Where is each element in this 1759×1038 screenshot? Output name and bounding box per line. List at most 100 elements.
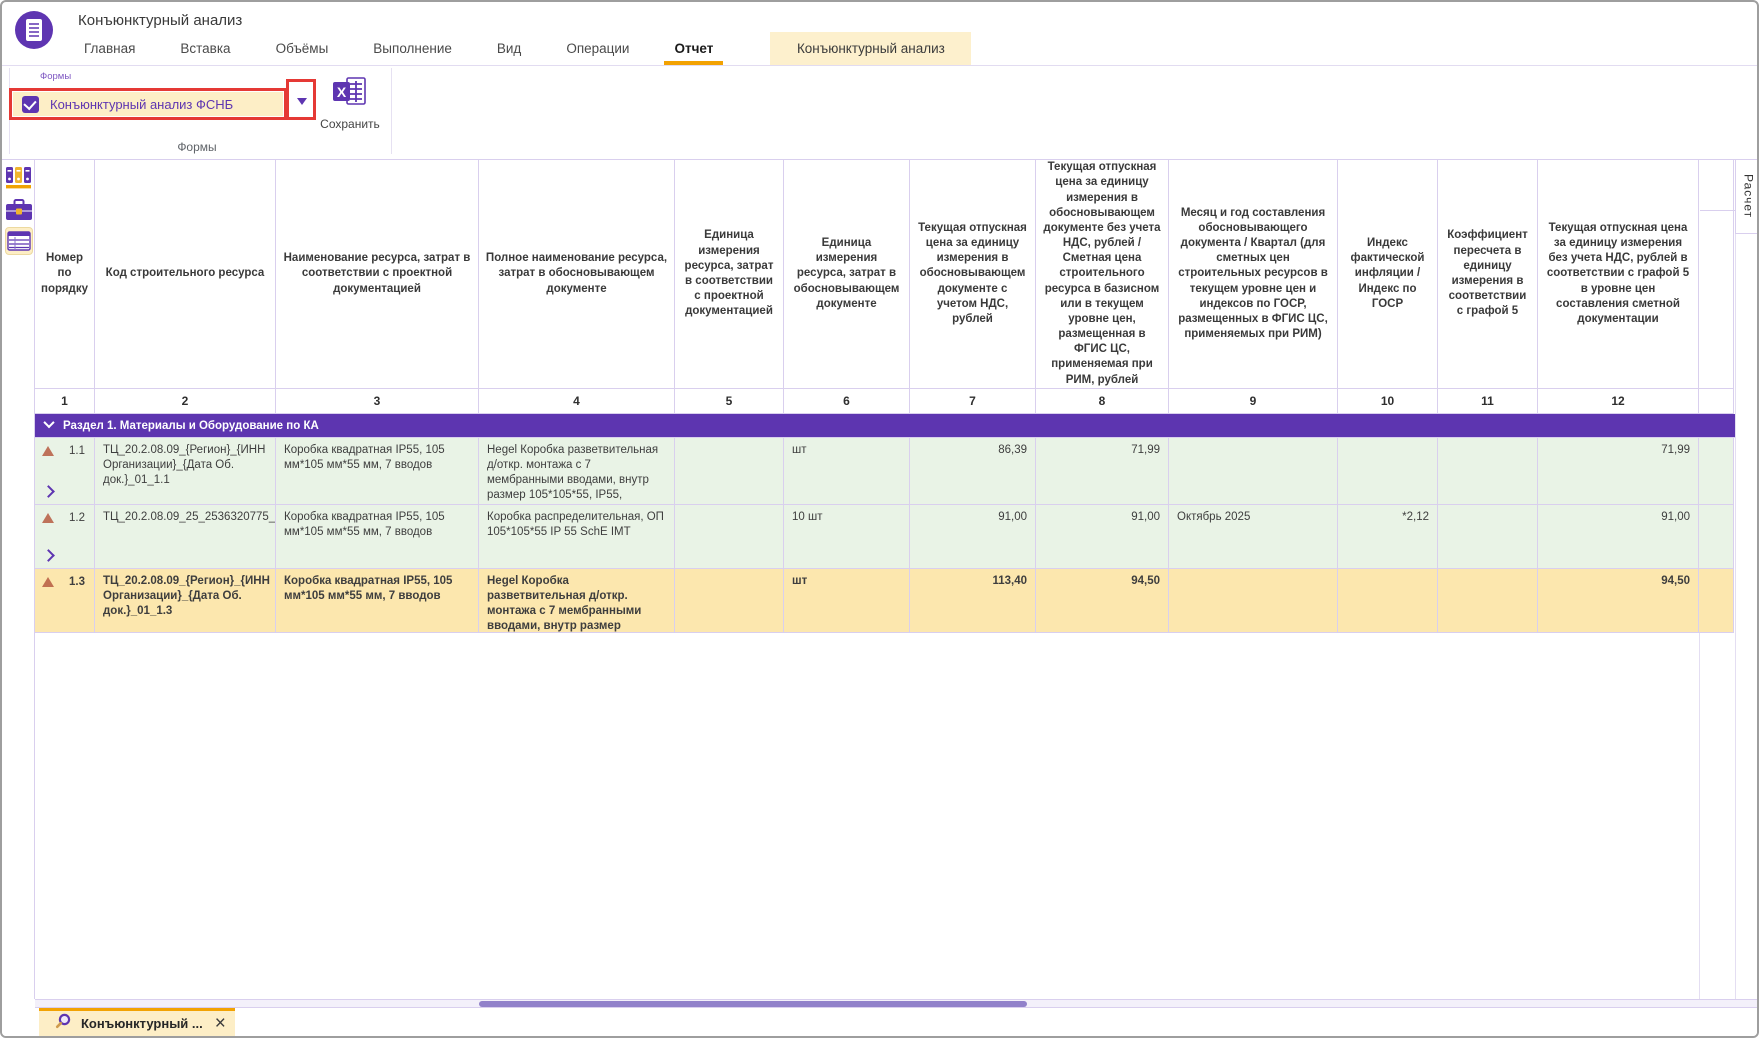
- table-cell[interactable]: Октябрь 2025: [1169, 505, 1338, 569]
- forms-group-label: Формы: [2, 140, 392, 154]
- column-header-11: Коэффициент пересчета в единицу измерени…: [1438, 160, 1538, 389]
- menu-item-0[interactable]: Главная: [84, 32, 135, 65]
- table-cell-extra[interactable]: [1699, 569, 1734, 633]
- horizontal-scrollbar[interactable]: [35, 999, 1759, 1008]
- table-cell[interactable]: шт: [784, 569, 910, 633]
- document-tab[interactable]: Конъюнктурный ... ×: [39, 1008, 235, 1036]
- menu-item-4[interactable]: Вид: [497, 32, 521, 65]
- forms-select-value[interactable]: Конъюнктурный анализ ФСНБ: [13, 92, 283, 116]
- excel-icon: X: [331, 76, 369, 113]
- column-number-10: 10: [1338, 389, 1438, 414]
- expand-chevron-icon[interactable]: [42, 549, 55, 562]
- chevron-down-icon: [297, 98, 307, 105]
- table-cell[interactable]: *2,12: [1338, 505, 1438, 569]
- app-logo-icon: [14, 10, 54, 50]
- warning-icon: [42, 577, 54, 587]
- forms-dropdown-button[interactable]: [290, 84, 314, 118]
- table-cell[interactable]: ТЦ_20.2.08.09_{Регион}_{ИНН Организации}…: [95, 569, 276, 633]
- table-cell[interactable]: 86,39: [910, 438, 1036, 505]
- table-icon[interactable]: [5, 227, 33, 255]
- table-cell[interactable]: 71,99: [1538, 438, 1699, 505]
- forms-checkbox-label[interactable]: Конъюнктурный анализ ФСНБ: [50, 97, 233, 112]
- table-cell[interactable]: ТЦ_20.2.08.09_25_2536320775_22.10.2025_0…: [95, 505, 276, 569]
- column-header-12: Текущая отпускная цена за единицу измере…: [1538, 160, 1699, 389]
- save-excel-button[interactable]: X Сохранить: [320, 76, 380, 138]
- table-cell[interactable]: Коробка распределительная, ОП 105*105*55…: [479, 505, 675, 569]
- section-label: Раздел 1. Материалы и Оборудование по КА: [63, 420, 319, 432]
- column-number-extra: [1699, 389, 1734, 414]
- column-number-3: 3: [276, 389, 479, 414]
- binders-icon[interactable]: [5, 164, 33, 192]
- forms-field-label: Формы: [40, 71, 71, 82]
- table-cell[interactable]: Коробка квадратная IP55, 105 мм*105 мм*5…: [276, 569, 479, 633]
- table-cell[interactable]: 10 шт: [784, 505, 910, 569]
- table-cell[interactable]: [675, 505, 784, 569]
- table-cell[interactable]: Hegel Коробка разветвительная д/откр. мо…: [479, 569, 675, 633]
- table-cell[interactable]: ТЦ_20.2.08.09_{Регион}_{ИНН Организации}…: [95, 438, 276, 505]
- table-cell[interactable]: Hegel Коробка разветвительная д/откр. мо…: [479, 438, 675, 505]
- column-number-8: 8: [1036, 389, 1169, 414]
- calculation-tab-label: Расчет: [1742, 174, 1756, 218]
- table-cell-extra[interactable]: [1699, 438, 1734, 505]
- report-table: Номер по порядкуКод строительного ресурс…: [35, 160, 1735, 633]
- row-number-cell-1.3[interactable]: 1.3: [35, 569, 95, 633]
- column-number-5: 5: [675, 389, 784, 414]
- column-header-2: Код строительного ресурса: [95, 160, 276, 389]
- menu-item-2[interactable]: Объёмы: [276, 32, 329, 65]
- menu-item-5[interactable]: Операции: [566, 32, 629, 65]
- table-cell[interactable]: шт: [784, 438, 910, 505]
- table-cell[interactable]: 94,50: [1036, 569, 1169, 633]
- tab-conjuncture-analysis[interactable]: Конъюнктурный анализ: [770, 32, 971, 65]
- column-number-1: 1: [35, 389, 95, 414]
- table-cell[interactable]: [1338, 438, 1438, 505]
- table-cell[interactable]: 113,40: [910, 569, 1036, 633]
- column-header-9: Месяц и год составления обосновывающего …: [1169, 160, 1338, 389]
- column-header-1: Номер по порядку: [35, 160, 95, 389]
- briefcase-icon[interactable]: [5, 196, 33, 224]
- table-cell[interactable]: 91,00: [1538, 505, 1699, 569]
- table-cell-extra[interactable]: [1699, 505, 1734, 569]
- toolbar: Формы Конъюнктурный анализ ФСНБ X: [2, 66, 1757, 160]
- close-icon[interactable]: ×: [215, 1014, 226, 1033]
- section-row[interactable]: Раздел 1. Материалы и Оборудование по КА: [35, 414, 1735, 438]
- table-row-1.3[interactable]: 1.3ТЦ_20.2.08.09_{Регион}_{ИНН Организац…: [35, 569, 1735, 633]
- narrow-column-divider: [1700, 210, 1735, 211]
- tab-calculation[interactable]: Расчет: [1735, 160, 1759, 234]
- table-header-row: Номер по порядкуКод строительного ресурс…: [35, 160, 1735, 389]
- table-cell[interactable]: Коробка квадратная IP55, 105 мм*105 мм*5…: [276, 505, 479, 569]
- table-cell[interactable]: Коробка квадратная IP55, 105 мм*105 мм*5…: [276, 438, 479, 505]
- table-cell[interactable]: [1438, 569, 1538, 633]
- table-cell[interactable]: 94,50: [1538, 569, 1699, 633]
- table-cell[interactable]: 71,99: [1036, 438, 1169, 505]
- save-button-label: Сохранить: [320, 117, 380, 131]
- table-cell[interactable]: [1169, 569, 1338, 633]
- checkbox-checked-icon[interactable]: [22, 96, 39, 113]
- table-row-1.1[interactable]: 1.1 ТЦ_20.2.08.09_{Регион}_{ИНН Организац…: [35, 438, 1735, 505]
- row-number-cell-1.2[interactable]: 1.2: [35, 505, 95, 569]
- document-tab-label: Конъюнктурный ...: [81, 1016, 203, 1031]
- warning-icon: [42, 446, 54, 456]
- column-number-2: 2: [95, 389, 276, 414]
- app-window: Конъюнктурный анализ Главная Вставка Объём…: [0, 0, 1759, 1038]
- table-cell[interactable]: [675, 438, 784, 505]
- scrollbar-thumb[interactable]: [479, 1001, 1027, 1007]
- menu-item-report[interactable]: Отчет: [674, 32, 713, 65]
- column-number-7: 7: [910, 389, 1036, 414]
- table-cell[interactable]: [1438, 505, 1538, 569]
- table-cell[interactable]: [1338, 569, 1438, 633]
- table-cell[interactable]: 91,00: [910, 505, 1036, 569]
- table-row-1.2[interactable]: 1.2ТЦ_20.2.08.09_25_2536320775_22.10.202…: [35, 505, 1735, 569]
- table-cell[interactable]: [1169, 438, 1338, 505]
- row-number-cell-1.1[interactable]: 1.1: [35, 438, 95, 505]
- table-cell[interactable]: [1438, 438, 1538, 505]
- column-header-5: Единица измерения ресурса, затрат в соот…: [675, 160, 784, 389]
- expand-chevron-icon[interactable]: [42, 485, 55, 498]
- column-header-10: Индекс фактической инфляции / Индекс по …: [1338, 160, 1438, 389]
- table-cell[interactable]: 91,00: [1036, 505, 1169, 569]
- row-number: 1.1: [69, 444, 85, 459]
- menu-item-1[interactable]: Вставка: [180, 32, 230, 65]
- table-cell[interactable]: [675, 569, 784, 633]
- menu-item-3[interactable]: Выполнение: [373, 32, 452, 65]
- column-number-row: 123456789101112: [35, 389, 1735, 414]
- chevron-down-icon: [43, 416, 54, 427]
